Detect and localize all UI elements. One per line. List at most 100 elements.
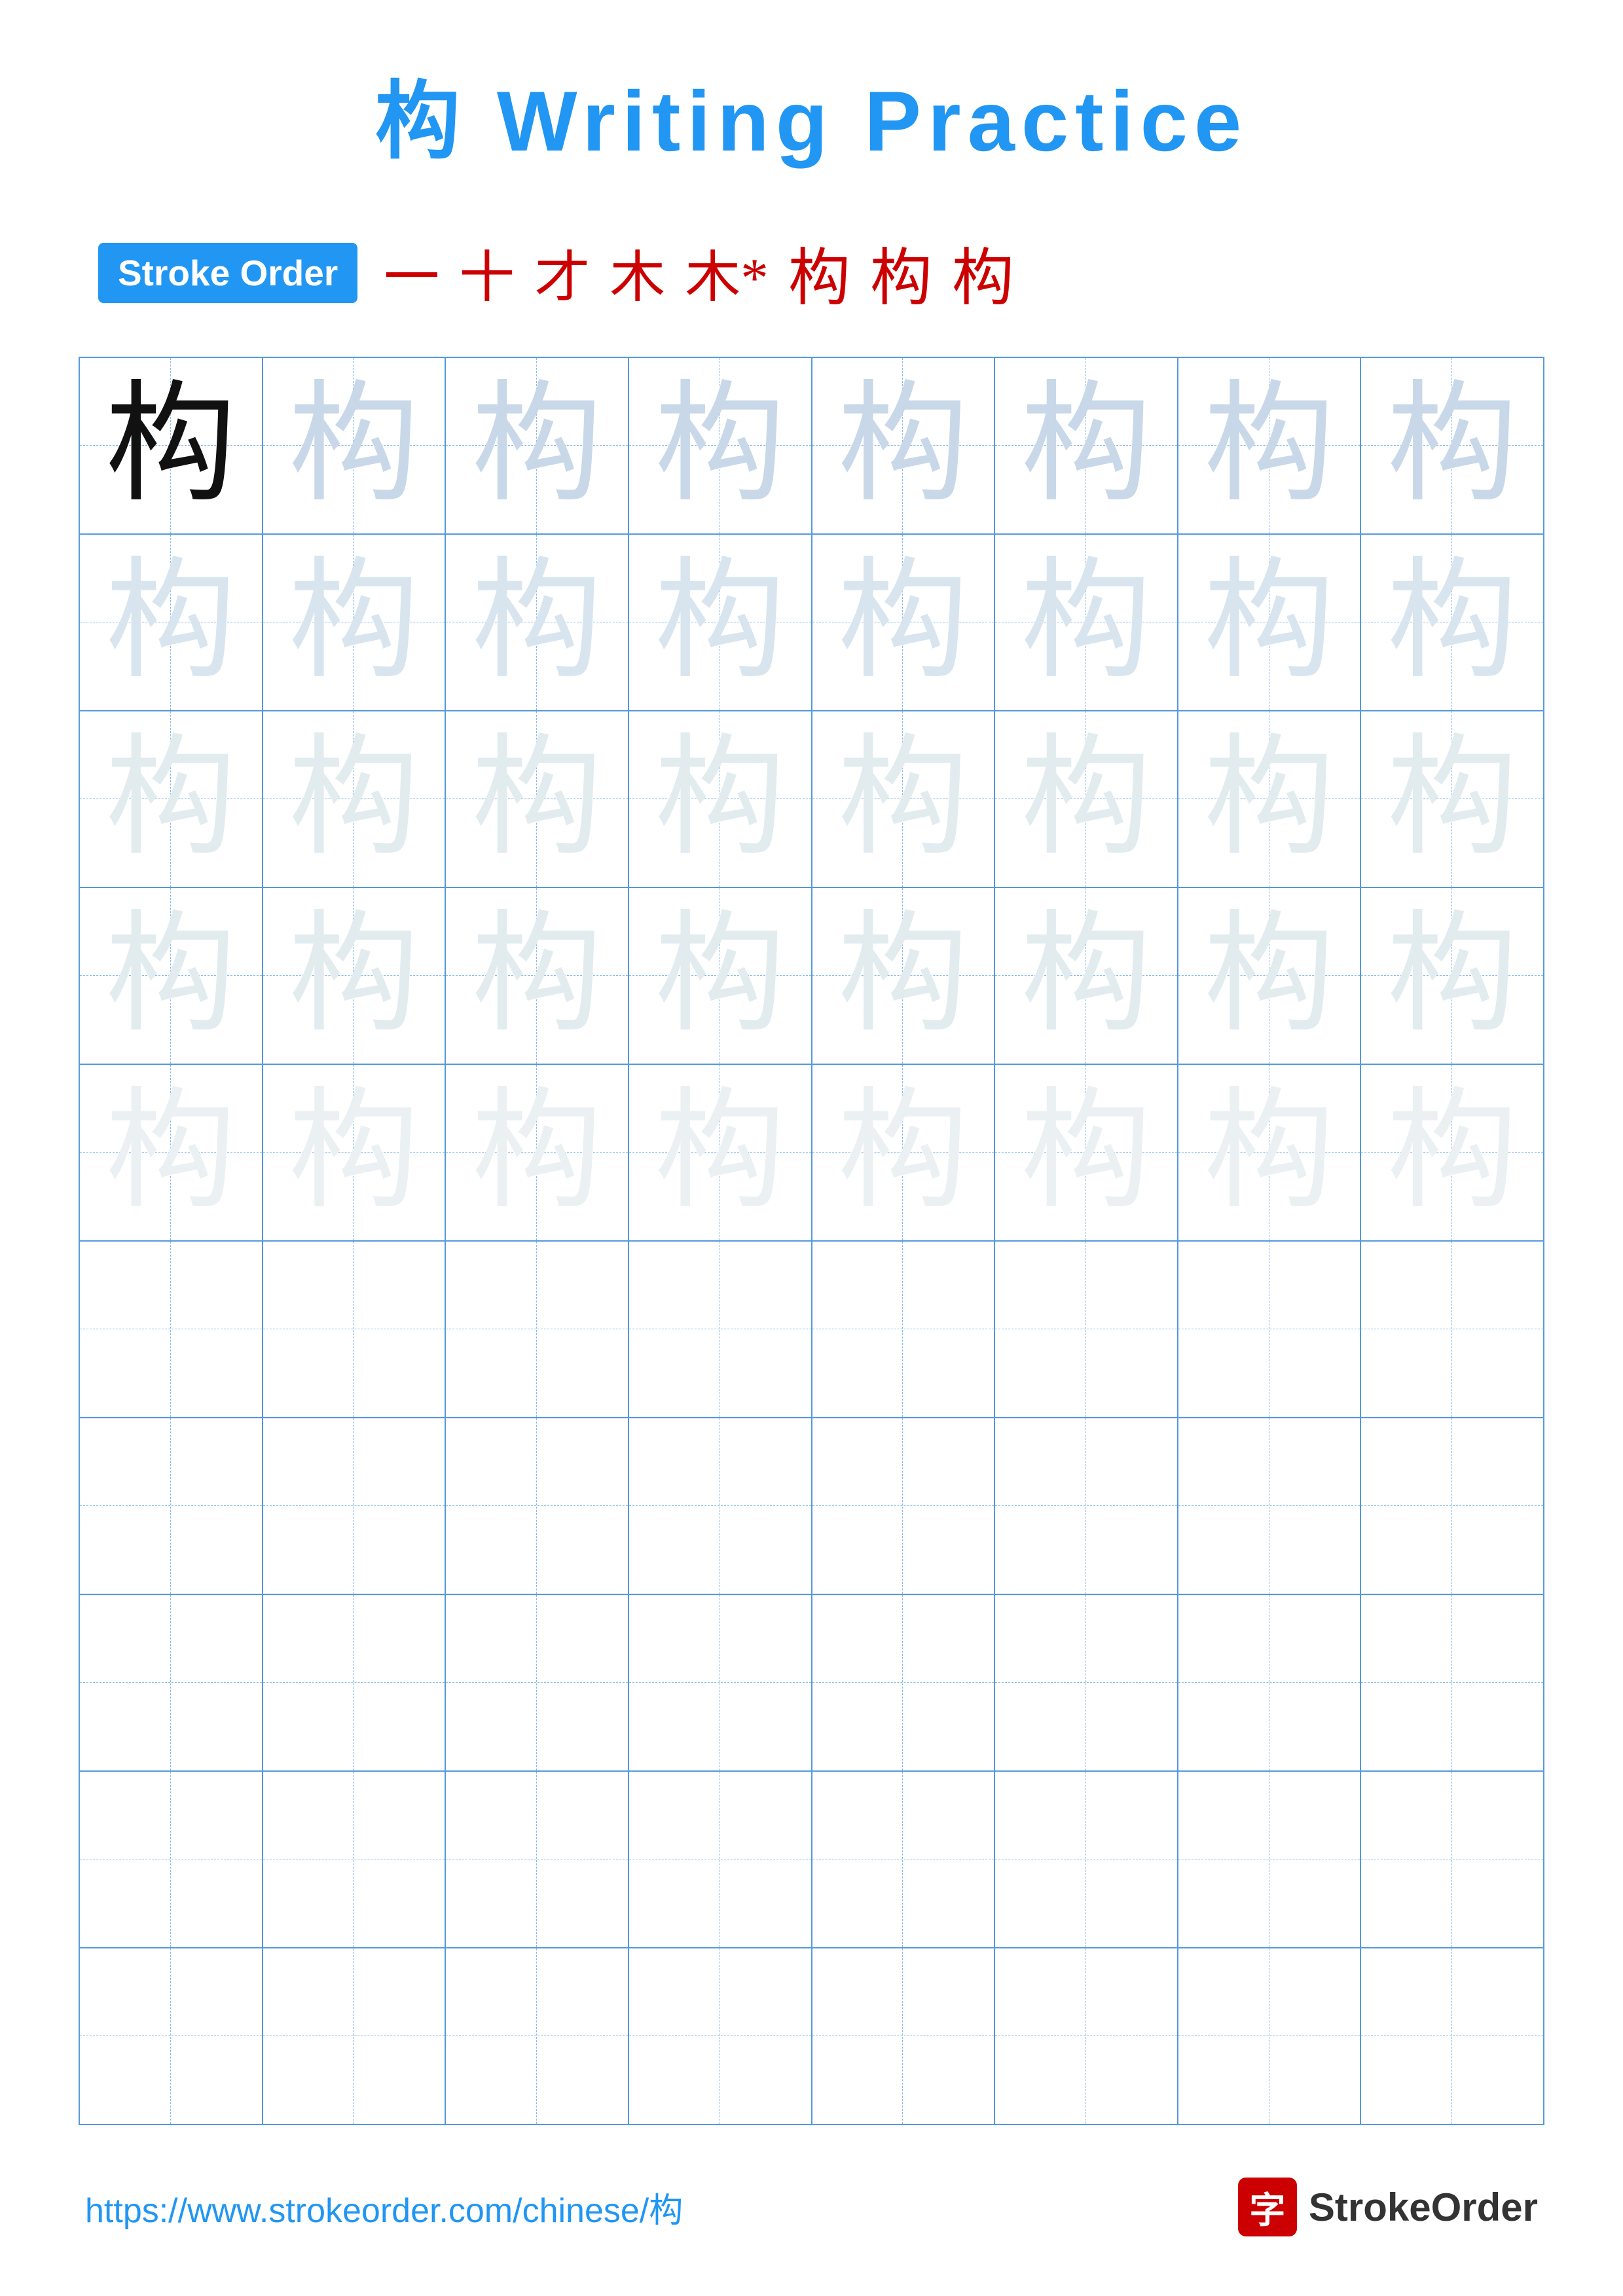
cell-8-8[interactable]	[1360, 1594, 1544, 1771]
cell-2-5: 构	[812, 534, 995, 711]
cell-2-6: 构	[994, 534, 1178, 711]
cell-2-1: 构	[79, 534, 263, 711]
practice-row-3: 构 构 构 构 构 构 构 构	[79, 711, 1544, 888]
cell-2-3: 构	[445, 534, 629, 711]
cell-7-1[interactable]	[79, 1418, 263, 1594]
practice-row-1: 构 构 构 构 构 构 构 构	[79, 357, 1544, 534]
cell-8-6[interactable]	[994, 1594, 1178, 1771]
cell-5-8: 构	[1360, 1064, 1544, 1241]
cell-7-7[interactable]	[1178, 1418, 1361, 1594]
cell-7-5[interactable]	[812, 1418, 995, 1594]
cell-9-4[interactable]	[629, 1771, 812, 1948]
cell-1-8: 构	[1360, 357, 1544, 534]
practice-row-6	[79, 1241, 1544, 1418]
cell-4-3: 构	[445, 888, 629, 1064]
cell-2-4: 构	[629, 534, 812, 711]
stroke-8: 构	[952, 228, 1014, 317]
cell-3-3: 构	[445, 711, 629, 888]
cell-4-6: 构	[994, 888, 1178, 1064]
footer-logo-text: StrokeOrder	[1309, 2185, 1538, 2230]
cell-7-8[interactable]	[1360, 1418, 1544, 1594]
page-title: 构 Writing Practice	[79, 52, 1544, 175]
cell-2-7: 构	[1178, 534, 1361, 711]
cell-3-6: 构	[994, 711, 1178, 888]
cell-4-1: 构	[79, 888, 263, 1064]
cell-3-5: 构	[812, 711, 995, 888]
cell-4-8: 构	[1360, 888, 1544, 1064]
cell-5-6: 构	[994, 1064, 1178, 1241]
practice-row-9	[79, 1771, 1544, 1948]
cell-2-2: 构	[263, 534, 446, 711]
logo-icon: 字	[1238, 2178, 1297, 2236]
cell-3-8: 构	[1360, 711, 1544, 888]
cell-9-7[interactable]	[1178, 1771, 1361, 1948]
cell-5-7: 构	[1178, 1064, 1361, 1241]
cell-6-6[interactable]	[994, 1241, 1178, 1418]
cell-9-6[interactable]	[994, 1771, 1178, 1948]
cell-7-4[interactable]	[629, 1418, 812, 1594]
cell-6-4[interactable]	[629, 1241, 812, 1418]
cell-1-3: 构	[445, 357, 629, 534]
stroke-4: 木	[610, 232, 665, 313]
cell-9-5[interactable]	[812, 1771, 995, 1948]
cell-4-4: 构	[629, 888, 812, 1064]
cell-10-8[interactable]	[1360, 1948, 1544, 2125]
cell-6-8[interactable]	[1360, 1241, 1544, 1418]
cell-7-2[interactable]	[263, 1418, 446, 1594]
practice-grid: 构 构 构 构 构 构 构 构 构 构 构 构 构 构 构 构 构 构 构 构 …	[79, 357, 1544, 2125]
cell-5-2: 构	[263, 1064, 446, 1241]
cell-9-8[interactable]	[1360, 1771, 1544, 1948]
cell-5-3: 构	[445, 1064, 629, 1241]
cell-10-7[interactable]	[1178, 1948, 1361, 2125]
practice-row-5: 构 构 构 构 构 构 构 构	[79, 1064, 1544, 1241]
cell-4-2: 构	[263, 888, 446, 1064]
cell-3-2: 构	[263, 711, 446, 888]
practice-row-4: 构 构 构 构 构 构 构 构	[79, 888, 1544, 1064]
cell-6-3[interactable]	[445, 1241, 629, 1418]
stroke-5: 木*	[685, 232, 769, 313]
cell-2-8: 构	[1360, 534, 1544, 711]
footer-url: https://www.strokeorder.com/chinese/构	[85, 2183, 683, 2232]
cell-7-3[interactable]	[445, 1418, 629, 1594]
stroke-2: 十	[459, 232, 515, 313]
cell-8-4[interactable]	[629, 1594, 812, 1771]
cell-1-2: 构	[263, 357, 446, 534]
practice-row-7	[79, 1418, 1544, 1594]
cell-9-3[interactable]	[445, 1771, 629, 1948]
cell-3-4: 构	[629, 711, 812, 888]
cell-5-5: 构	[812, 1064, 995, 1241]
cell-5-1: 构	[79, 1064, 263, 1241]
cell-1-7: 构	[1178, 357, 1361, 534]
cell-1-5: 构	[812, 357, 995, 534]
cell-9-2[interactable]	[263, 1771, 446, 1948]
cell-7-6[interactable]	[994, 1418, 1178, 1594]
cell-10-3[interactable]	[445, 1948, 629, 2125]
cell-1-4: 构	[629, 357, 812, 534]
cell-8-3[interactable]	[445, 1594, 629, 1771]
stroke-order-row: Stroke Order 一 十 才 木 木* 构 构 构	[79, 228, 1544, 317]
cell-9-1[interactable]	[79, 1771, 263, 1948]
practice-row-8	[79, 1594, 1544, 1771]
practice-row-2: 构 构 构 构 构 构 构 构	[79, 534, 1544, 711]
cell-10-1[interactable]	[79, 1948, 263, 2125]
cell-10-4[interactable]	[629, 1948, 812, 2125]
cell-8-2[interactable]	[263, 1594, 446, 1771]
cell-8-5[interactable]	[812, 1594, 995, 1771]
cell-10-2[interactable]	[263, 1948, 446, 2125]
cell-4-7: 构	[1178, 888, 1361, 1064]
practice-row-10	[79, 1948, 1544, 2125]
stroke-7: 构	[870, 228, 932, 317]
cell-8-7[interactable]	[1178, 1594, 1361, 1771]
cell-3-7: 构	[1178, 711, 1361, 888]
cell-1-6: 构	[994, 357, 1178, 534]
cell-6-7[interactable]	[1178, 1241, 1361, 1418]
cell-10-6[interactable]	[994, 1948, 1178, 2125]
footer-logo: 字 StrokeOrder	[1238, 2178, 1538, 2236]
cell-10-5[interactable]	[812, 1948, 995, 2125]
cell-8-1[interactable]	[79, 1594, 263, 1771]
stroke-sequence: 一 十 才 木 木* 构 构 构	[384, 228, 1014, 317]
cell-6-1[interactable]	[79, 1241, 263, 1418]
cell-6-2[interactable]	[263, 1241, 446, 1418]
cell-6-5[interactable]	[812, 1241, 995, 1418]
stroke-3: 才	[534, 232, 590, 313]
